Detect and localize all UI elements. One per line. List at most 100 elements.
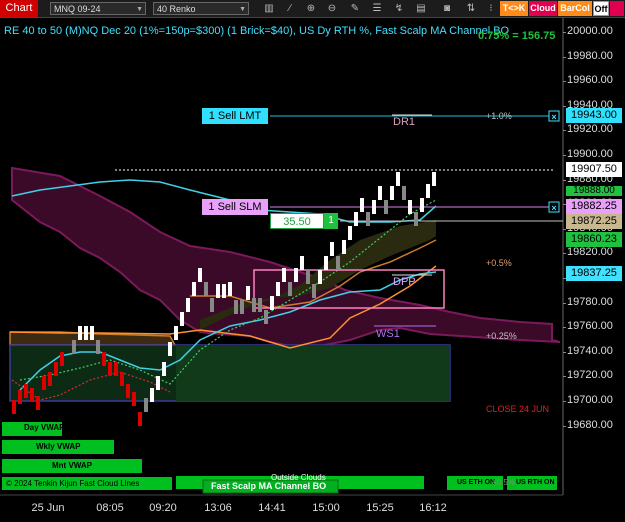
renko-brick <box>240 300 244 314</box>
renko-brick <box>96 340 100 354</box>
properties-icon[interactable]: ☰ <box>370 2 384 15</box>
chart-canvas[interactable]: × × <box>0 18 625 522</box>
price-axis-tick <box>563 351 566 353</box>
top-right-label: 0.75% = 156.75 <box>478 30 556 42</box>
renko-brick <box>156 376 160 390</box>
renko-brick <box>84 326 88 340</box>
price-axis[interactable]: 20000.00 19980.00 19960.00 19940.00 19920.00… <box>563 18 625 496</box>
renko-brick <box>150 388 154 402</box>
period-selector[interactable]: 40 Renko ▼ <box>153 2 249 15</box>
renko-brick <box>90 326 94 340</box>
renko-brick <box>258 298 262 312</box>
chart-trader-icon[interactable]: ⇅ <box>464 2 478 15</box>
renko-brick <box>132 392 136 406</box>
zoom-out-icon[interactable]: ⊖ <box>325 2 339 15</box>
strategy-icon[interactable]: ✎ <box>348 2 362 15</box>
time-axis[interactable]: 25 Jun 08:05 09:20 13:06 14:41 15:00 15:25 16:1… <box>0 500 563 520</box>
renko-brick <box>228 282 232 296</box>
green-price-flag: 19860.23 <box>566 232 622 247</box>
overflow-icon[interactable]: ⁝ <box>484 2 498 15</box>
renko-brick <box>36 396 40 410</box>
color-swatch-button[interactable] <box>610 1 624 16</box>
time-axis-label: 16:12 <box>419 502 447 514</box>
plus-05pct-label: +0.5% <box>486 258 512 268</box>
renko-brick <box>168 342 172 356</box>
renko-brick <box>330 242 334 256</box>
sell-slm-order-label[interactable]: 1 Sell SLM <box>202 199 268 215</box>
price-axis-label: 19900.00 <box>567 148 613 160</box>
renko-brick <box>12 400 16 414</box>
price-axis-tick <box>563 155 566 156</box>
renko-brick <box>420 198 424 212</box>
sell-lmt-order-label[interactable]: 1 Sell LMT <box>202 108 268 124</box>
instrument-selector[interactable]: MNQ 09-24 ▼ <box>50 2 146 15</box>
last-price-flag: 19907.50 <box>566 162 622 177</box>
screenshot-icon[interactable]: ◙ <box>440 2 454 15</box>
day-vwap-label: Day VWAP <box>24 423 65 432</box>
bar-chart-icon[interactable]: ▥ <box>262 2 276 15</box>
renko-brick <box>360 198 364 212</box>
off-toggle-button[interactable]: Off <box>593 1 609 16</box>
price-axis-label: 19980.00 <box>567 49 613 62</box>
chevron-down-icon: ▼ <box>136 6 143 13</box>
price-axis-tick <box>563 32 566 33</box>
renko-brick <box>396 172 400 186</box>
dr1-label: DR1 <box>393 116 416 128</box>
price-axis-label: 19920.00 <box>567 123 613 136</box>
wkly-vwap-label: Wkly VWAP <box>36 442 81 451</box>
time-axis-label: 09:20 <box>149 502 177 514</box>
price-axis-tick <box>563 81 566 83</box>
renko-brick <box>300 256 304 270</box>
renko-brick <box>234 300 238 314</box>
renko-brick <box>138 412 142 426</box>
price-axis-label: 19820.00 <box>567 246 613 259</box>
ws1-label: WS1 <box>376 328 400 340</box>
renko-brick <box>186 298 190 312</box>
draw-line-icon[interactable]: ∕ <box>283 2 297 15</box>
time-axis-label: 13:06 <box>204 502 232 514</box>
price-axis-label: 19780.00 <box>567 295 613 308</box>
price-axis-label: 19720.00 <box>567 369 613 382</box>
price-axis-tick <box>563 425 566 427</box>
us-eth-on-label: US ETH ON <box>457 479 496 486</box>
sell-slm-price-flag: 19882.25 <box>566 199 622 214</box>
renko-brick <box>198 268 202 282</box>
renko-brick <box>264 310 268 324</box>
fast-scalp-label: Fast Scalp MA Channel BO <box>211 481 327 491</box>
renko-brick <box>120 372 124 386</box>
price-axis-tick <box>563 302 566 304</box>
price-axis-tick <box>563 105 566 107</box>
price-axis-tick <box>563 376 566 378</box>
renko-brick <box>246 286 250 300</box>
tk-toggle-button[interactable]: T<>K <box>500 1 528 16</box>
renko-brick <box>294 268 298 282</box>
mnt-vwap-label: Mnt VWAP <box>52 461 92 470</box>
position-price-flag: 19872.25 <box>566 214 622 229</box>
close-label: CLOSE 24 JUN <box>486 404 550 414</box>
time-axis-label: 15:00 <box>312 502 340 514</box>
svg-text:×: × <box>551 112 556 122</box>
renko-brick <box>318 270 322 284</box>
renko-brick <box>102 352 106 366</box>
position-qty-box[interactable]: 1 <box>324 213 338 229</box>
renko-brick <box>324 256 328 270</box>
attach-icon[interactable]: ↯ <box>392 2 406 15</box>
renko-brick <box>288 282 292 296</box>
faded-pct-label: +0.5% <box>492 478 515 487</box>
chart-title: RE 40 to 50 (M)NQ Dec 20 (1%=150p=$300) … <box>4 25 510 37</box>
renko-brick <box>24 384 28 398</box>
barcol-toggle-button[interactable]: BarCol <box>558 1 592 16</box>
renko-brick <box>354 212 358 226</box>
renko-brick <box>312 284 316 298</box>
renko-brick <box>42 376 46 390</box>
chart-tab[interactable]: Chart <box>0 0 38 17</box>
cloud-toggle-button[interactable]: Cloud <box>529 1 557 16</box>
data-box-icon[interactable]: ▤ <box>414 2 428 15</box>
chevron-down-icon: ▼ <box>239 6 246 13</box>
svg-text:×: × <box>551 203 556 213</box>
price-axis-tick <box>563 253 566 255</box>
position-pnl-box[interactable]: 35.50 <box>270 213 324 229</box>
price-axis-label: 20000.00 <box>567 25 613 37</box>
price-axis-tick <box>563 179 566 181</box>
zoom-in-icon[interactable]: ⊕ <box>304 2 318 15</box>
